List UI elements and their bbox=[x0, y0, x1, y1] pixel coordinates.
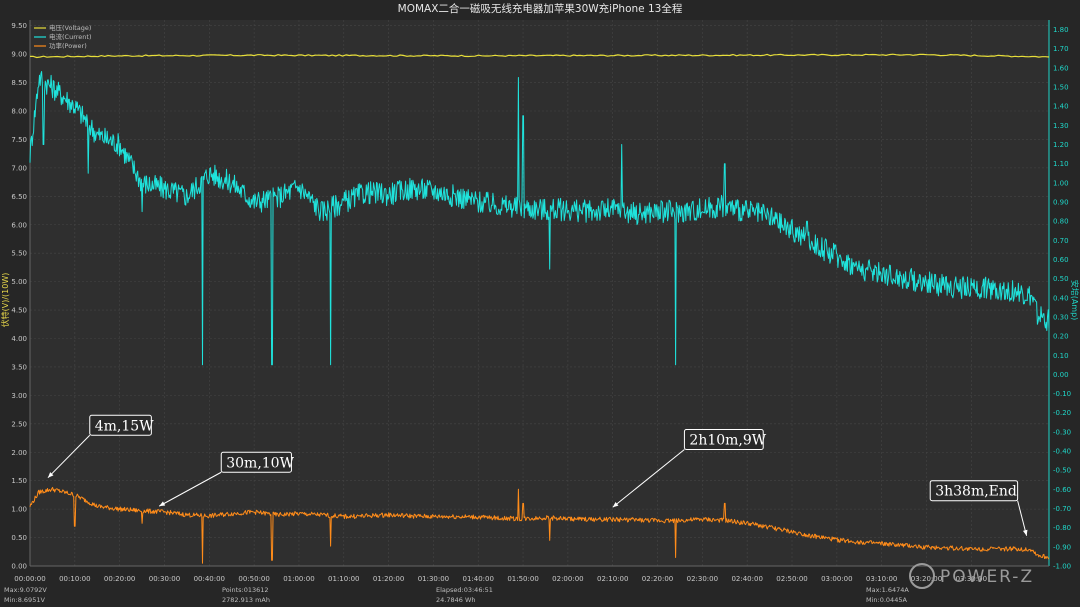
y-axis-left-label: 伏特(V)/(10W) bbox=[0, 273, 10, 328]
y-right-tick-label: -0.40 bbox=[1053, 448, 1071, 456]
legend-label: 电流(Current) bbox=[49, 32, 92, 41]
y-right-tick-label: -0.90 bbox=[1053, 543, 1071, 551]
legend-label: 功率(Power) bbox=[49, 41, 87, 50]
x-tick-label: 01:20:00 bbox=[373, 575, 404, 583]
x-tick-label: 02:10:00 bbox=[597, 575, 628, 583]
y-right-tick-label: -0.70 bbox=[1053, 505, 1071, 513]
y-axis-right-label: 安培(Amp) bbox=[1070, 280, 1080, 321]
stat-mah: 2782.913 mAh bbox=[222, 596, 270, 604]
y-left-tick-label: 9.50 bbox=[11, 22, 27, 30]
annotation-text: 2h10m,9W bbox=[689, 433, 766, 449]
y-left-tick-label: 4.00 bbox=[11, 335, 27, 343]
y-right-tick-label: 0.20 bbox=[1053, 333, 1069, 341]
y-right-tick-label: -0.60 bbox=[1053, 486, 1071, 494]
watermark-text: POWER-Z bbox=[940, 567, 1034, 587]
y-left-tick-label: 8.50 bbox=[11, 79, 27, 87]
y-right-tick-label: 0.30 bbox=[1053, 313, 1069, 321]
x-tick-label: 03:10:00 bbox=[866, 575, 897, 583]
annotation-text: 30m,10W bbox=[226, 455, 294, 471]
stat-min-current: Min:0.0445A bbox=[866, 596, 907, 604]
annotation-text: 3h38m,End bbox=[935, 484, 1017, 500]
y-right-tick-label: 0.00 bbox=[1053, 371, 1069, 379]
y-left-tick-label: 2.00 bbox=[11, 449, 27, 457]
y-left-tick-label: 9.00 bbox=[11, 51, 27, 59]
x-tick-label: 00:10:00 bbox=[59, 575, 90, 583]
chart: MOMAX二合一磁吸无线充电器加苹果30W充iPhone 13全程 00:00:… bbox=[0, 0, 1080, 607]
x-tick-label: 03:20:00 bbox=[911, 575, 942, 583]
x-tick-label: 03:00:00 bbox=[821, 575, 852, 583]
y-right-tick-label: 1.20 bbox=[1053, 141, 1069, 149]
y-left-tick-label: 8.00 bbox=[11, 108, 27, 116]
x-tick-label: 02:50:00 bbox=[776, 575, 807, 583]
y-right-tick-label: -0.80 bbox=[1053, 524, 1071, 532]
legend-label: 电压(Voltage) bbox=[49, 23, 91, 32]
stat-wh: 24.7846 Wh bbox=[436, 596, 476, 604]
stat-points: Points:013612 bbox=[222, 586, 269, 594]
y-left-tick-label: 4.50 bbox=[11, 307, 27, 315]
y-left-tick-label: 5.00 bbox=[11, 278, 27, 286]
chart-title: MOMAX二合一磁吸无线充电器加苹果30W充iPhone 13全程 bbox=[398, 2, 683, 15]
y-right-tick-label: 1.00 bbox=[1053, 179, 1069, 187]
y-right-tick-label: 1.60 bbox=[1053, 64, 1069, 72]
stat-min-voltage: Min:8.6951V bbox=[4, 596, 45, 604]
y-left-tick-label: 7.00 bbox=[11, 164, 27, 172]
y-right-tick-label: 0.40 bbox=[1053, 294, 1069, 302]
y-right-tick-label: 0.70 bbox=[1053, 237, 1069, 245]
y-left-tick-label: 6.50 bbox=[11, 193, 27, 201]
y-right-tick-label: 0.80 bbox=[1053, 218, 1069, 226]
x-tick-label: 01:40:00 bbox=[463, 575, 494, 583]
y-right-tick-label: 0.60 bbox=[1053, 256, 1069, 264]
y-left-tick-label: 7.50 bbox=[11, 136, 27, 144]
y-left-tick-label: 3.00 bbox=[11, 392, 27, 400]
x-tick-label: 01:50:00 bbox=[507, 575, 538, 583]
annotation-text: 4m,15W bbox=[95, 418, 154, 434]
x-tick-label: 01:30:00 bbox=[418, 575, 449, 583]
x-tick-label: 00:20:00 bbox=[104, 575, 135, 583]
y-right-tick-label: -0.50 bbox=[1053, 467, 1071, 475]
y-right-tick-label: 1.30 bbox=[1053, 122, 1069, 130]
y-left-tick-label: 1.50 bbox=[11, 477, 27, 485]
stat-elapsed: Elapsed:03:46:51 bbox=[436, 586, 493, 594]
y-right-tick-label: -0.20 bbox=[1053, 409, 1071, 417]
y-right-tick-label: 1.70 bbox=[1053, 45, 1069, 53]
y-right-tick-label: -1.00 bbox=[1053, 563, 1071, 571]
y-right-tick-label: 1.80 bbox=[1053, 26, 1069, 34]
y-right-tick-label: 0.50 bbox=[1053, 275, 1069, 283]
y-right-tick-label: 0.10 bbox=[1053, 352, 1069, 360]
x-tick-label: 00:00:00 bbox=[14, 575, 45, 583]
y-left-tick-label: 3.50 bbox=[11, 363, 27, 371]
x-tick-label: 00:30:00 bbox=[149, 575, 180, 583]
x-tick-label: 01:10:00 bbox=[328, 575, 359, 583]
x-tick-label: 00:50:00 bbox=[238, 575, 269, 583]
y-left-tick-label: 2.50 bbox=[11, 420, 27, 428]
stat-max-current: Max:1.6474A bbox=[866, 586, 909, 594]
x-tick-label: 02:40:00 bbox=[731, 575, 762, 583]
y-right-tick-label: 1.40 bbox=[1053, 103, 1069, 111]
stat-max-voltage: Max:9.0792V bbox=[4, 586, 47, 594]
y-right-tick-label: 0.90 bbox=[1053, 199, 1069, 207]
x-tick-label: 01:00:00 bbox=[283, 575, 314, 583]
y-left-tick-label: 5.50 bbox=[11, 250, 27, 258]
y-left-tick-label: 0.50 bbox=[11, 534, 27, 542]
y-right-tick-label: 1.50 bbox=[1053, 84, 1069, 92]
y-left-tick-label: 0.00 bbox=[11, 563, 27, 571]
y-right-tick-label: -0.10 bbox=[1053, 390, 1071, 398]
x-tick-label: 00:40:00 bbox=[194, 575, 225, 583]
y-right-tick-label: -0.30 bbox=[1053, 428, 1071, 436]
plot-area bbox=[30, 20, 1049, 566]
x-tick-label: 02:00:00 bbox=[552, 575, 583, 583]
x-tick-label: 02:30:00 bbox=[687, 575, 718, 583]
x-tick-label: 02:20:00 bbox=[642, 575, 673, 583]
y-right-tick-label: 1.10 bbox=[1053, 160, 1069, 168]
y-axis-right: 1.80 1.70 1.60 1.50 1.40 1.30 1.20 1.10 1.00 0.90… bbox=[1053, 26, 1071, 570]
y-left-tick-label: 1.00 bbox=[11, 506, 27, 514]
y-left-tick-label: 6.00 bbox=[11, 221, 27, 229]
